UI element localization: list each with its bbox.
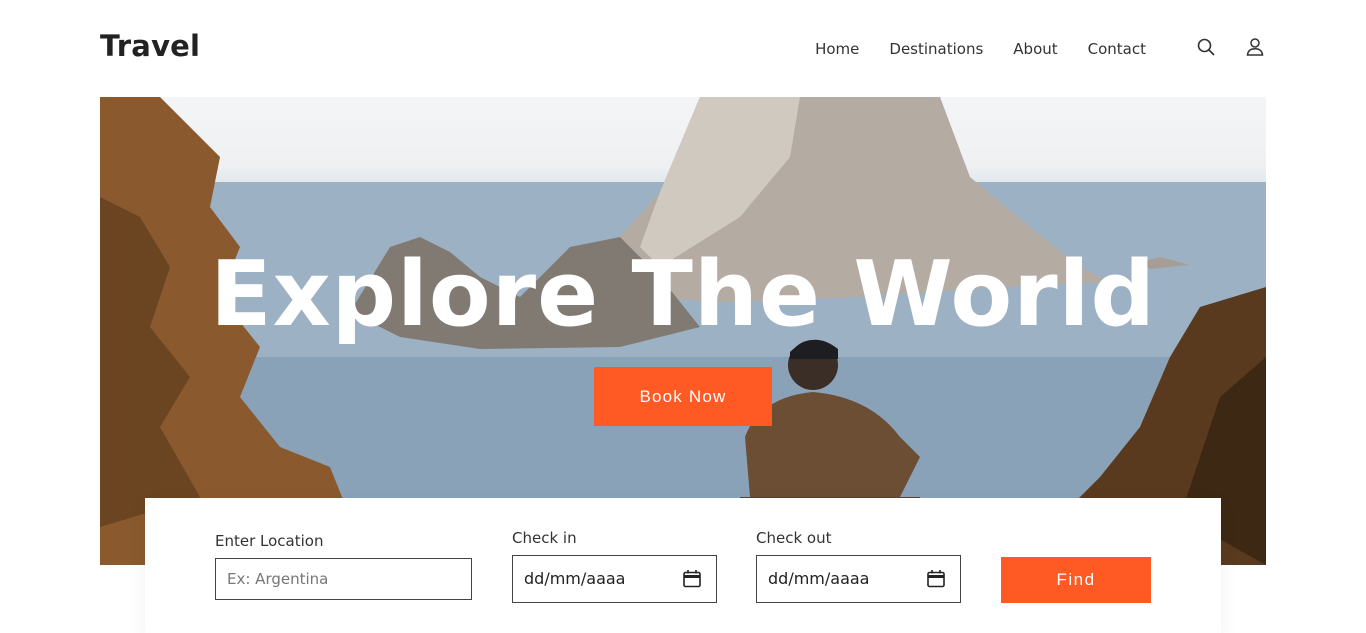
location-field: Enter Location xyxy=(215,532,472,600)
site-header: Travel Home Destinations About Contact xyxy=(100,0,1266,97)
find-button[interactable]: Find xyxy=(1001,557,1151,603)
checkout-label: Check out xyxy=(756,529,832,547)
location-input[interactable] xyxy=(215,558,472,600)
book-now-button[interactable]: Book Now xyxy=(594,367,772,426)
checkout-field: Check out dd/mm/aaaa xyxy=(756,529,961,603)
checkin-label: Check in xyxy=(512,529,577,547)
nav-about[interactable]: About xyxy=(1013,40,1057,58)
hero-banner: Explore The World Book Now xyxy=(100,97,1266,565)
checkin-date-input[interactable]: dd/mm/aaaa xyxy=(512,555,717,603)
checkout-value: dd/mm/aaaa xyxy=(768,569,870,588)
calendar-icon[interactable] xyxy=(926,569,946,589)
search-icon[interactable] xyxy=(1195,36,1217,58)
calendar-icon[interactable] xyxy=(682,569,702,589)
nav-home[interactable]: Home xyxy=(815,40,859,58)
nav-contact[interactable]: Contact xyxy=(1088,40,1146,58)
hero-title: Explore The World xyxy=(210,242,1156,347)
location-label: Enter Location xyxy=(215,532,324,550)
main-nav: Home Destinations About Contact xyxy=(785,40,1146,58)
checkin-field: Check in dd/mm/aaaa xyxy=(512,529,717,603)
checkout-date-input[interactable]: dd/mm/aaaa xyxy=(756,555,961,603)
user-icon[interactable] xyxy=(1244,36,1266,58)
nav-destinations[interactable]: Destinations xyxy=(889,40,983,58)
search-panel: Enter Location Check in dd/mm/aaaa Check… xyxy=(145,498,1221,633)
site-logo[interactable]: Travel xyxy=(100,29,200,63)
checkin-value: dd/mm/aaaa xyxy=(524,569,626,588)
